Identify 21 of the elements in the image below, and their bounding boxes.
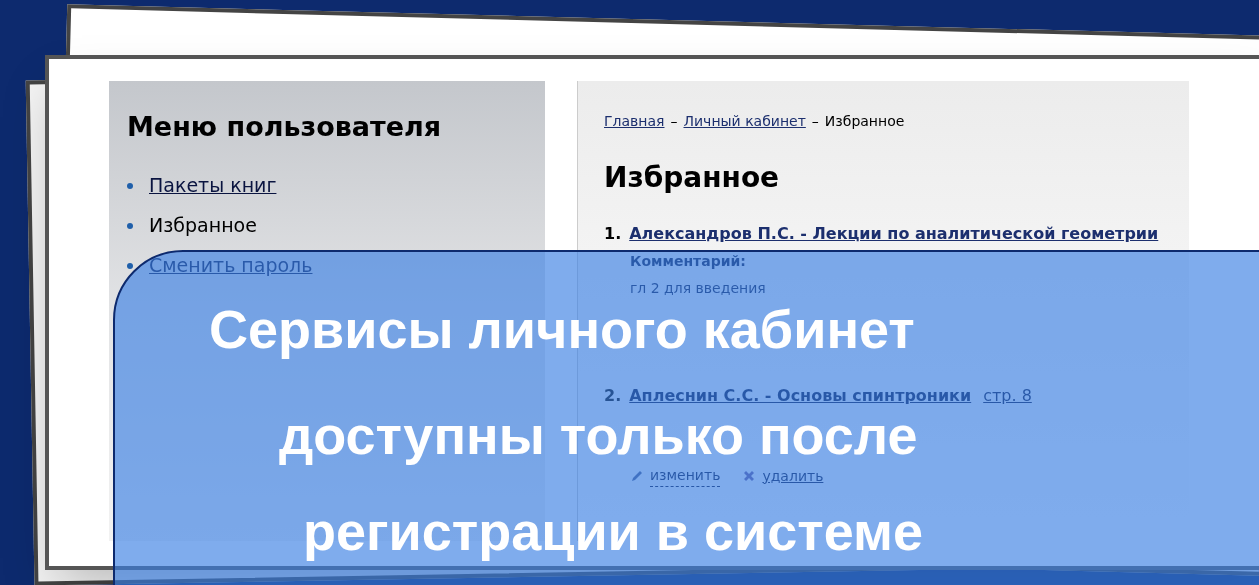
breadcrumb-link[interactable]: Личный кабинет: [683, 110, 806, 132]
page-title: Избранное: [604, 160, 781, 196]
book-link[interactable]: Александров П.С. - Лекции по аналитической геометрии: [629, 222, 1159, 246]
cross-icon: [742, 469, 757, 483]
caption-text: регистрации в системе: [303, 500, 923, 562]
bullet-icon: [127, 262, 133, 269]
breadcrumb-current: Избранное: [824, 111, 905, 131]
breadcrumb-separator: –: [670, 111, 678, 131]
comment-text: гл 2 для введения: [630, 279, 767, 298]
breadcrumb-link[interactable]: Главная: [604, 110, 665, 132]
caption-text: Сервисы личного кабинет: [209, 298, 915, 360]
pencil-icon: [630, 469, 644, 483]
menu-link[interactable]: Пакеты книг: [149, 171, 277, 200]
item-number: 2.: [604, 385, 622, 407]
item-number: 1.: [604, 223, 622, 245]
sidebar-title: Меню пользователя: [127, 110, 443, 144]
comment-label: Комментарий:: [630, 252, 747, 271]
menu-link[interactable]: Избранное: [149, 211, 257, 240]
breadcrumb-separator: –: [811, 111, 819, 131]
bullet-icon: [127, 222, 133, 229]
bullet-icon: [127, 182, 133, 189]
